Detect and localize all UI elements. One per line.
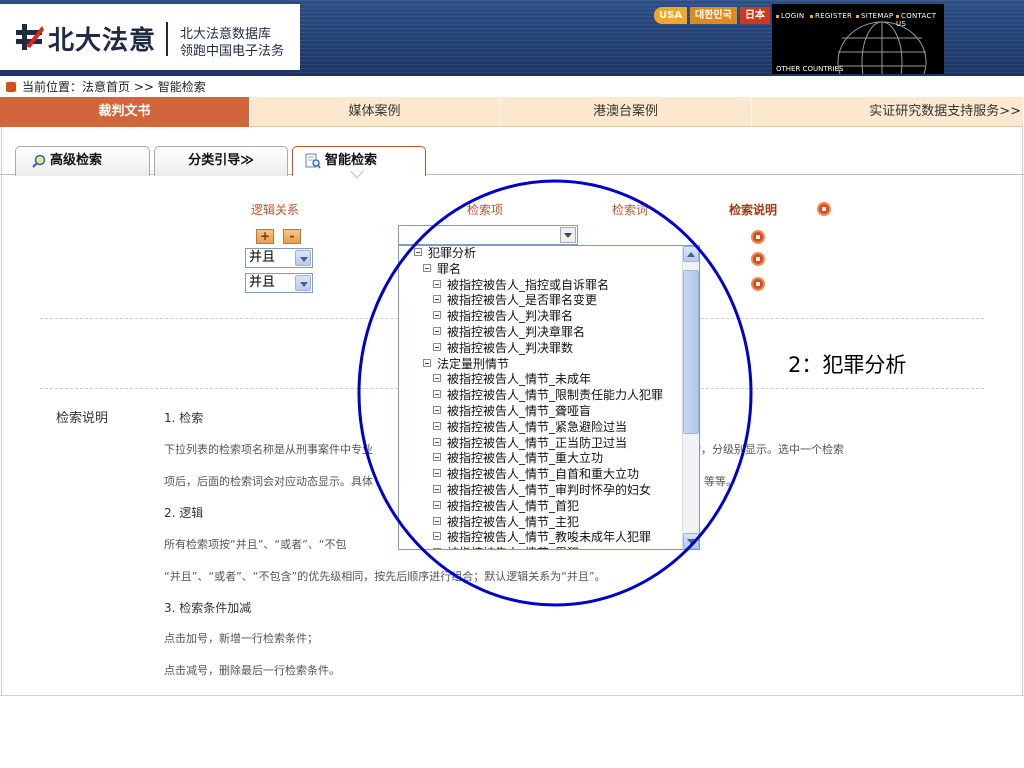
breadcrumb: 当前位置：法意首页 >> 智能检索 xyxy=(6,78,206,94)
content-bottom-border xyxy=(0,695,1024,696)
document-search-icon xyxy=(305,153,321,168)
active-tab-pointer xyxy=(350,170,364,178)
breadcrumb-text[interactable]: 当前位置：法意首页 >> 智能检索 xyxy=(22,80,206,94)
remove-row-button[interactable]: - xyxy=(283,229,301,244)
help-icon[interactable] xyxy=(817,202,831,216)
logic-select-row-2[interactable]: 并且 xyxy=(245,273,313,293)
logo-divider xyxy=(166,22,168,56)
sitemap-link[interactable]: SITEMAP xyxy=(856,12,893,20)
tab-media-cases[interactable]: 媒体案例 xyxy=(250,97,500,127)
register-link[interactable]: REGISTER xyxy=(810,12,852,20)
page-border-right xyxy=(1022,127,1023,695)
main-tab-bar: 裁判文书 媒体案例 港澳台案例 实证研究数据支持服务>> xyxy=(0,97,1024,127)
annotation-label: 2：犯罪分析 xyxy=(788,353,907,377)
logic-select-value: 并且 xyxy=(249,250,276,265)
explanation-text: 下拉列表的检索项名称是从刑事案件中专业 xyxy=(164,443,373,456)
explanation-text: 点击减号，删除最后一行检索条件。 xyxy=(164,664,340,677)
contact-link[interactable]: CONTACT US xyxy=(896,12,944,28)
other-countries-link[interactable]: OTHER COUNTRIES xyxy=(776,65,843,73)
tab-smart-search-label: 智能检索 xyxy=(325,153,378,168)
tab-category-guide-label: 分类引导≫ xyxy=(188,153,254,168)
location-icon xyxy=(6,81,16,92)
tab-empirical-research[interactable]: 实证研究数据支持服务>> xyxy=(752,97,1024,127)
logo-text: 北大法意 xyxy=(48,26,157,56)
tab-advanced-search-label: 高级检索 xyxy=(50,153,103,168)
lang-usa-link[interactable]: USA xyxy=(654,7,688,24)
logo-area[interactable]: 北大法意 北大法意数据库 领跑中国电子法务 xyxy=(0,4,300,70)
tab-category-guide[interactable]: 分类引导≫ xyxy=(154,146,288,176)
lang-korea-link[interactable]: 대한민국 xyxy=(690,7,737,24)
tab-judgments[interactable]: 裁判文书 xyxy=(0,97,250,127)
logic-column-header: 逻辑关系 xyxy=(251,203,300,217)
site-header: 北大法意 北大法意数据库 领跑中国电子法务 USA 대한민국 日本 LOGIN … xyxy=(0,0,1024,76)
explanation-heading-3: 3. 检索条件加减 xyxy=(164,601,252,615)
explanation-text: 点击加号，新增一行检索条件； xyxy=(164,632,318,645)
slogan-line-2: 领跑中国电子法务 xyxy=(180,44,285,59)
highlight-circle xyxy=(357,179,753,607)
explanation-heading-1: 1. 检索 xyxy=(164,411,204,425)
explanation-text: 项后，后面的检索词会对应动态显示。具体 xyxy=(164,475,373,488)
login-link[interactable]: LOGIN xyxy=(776,12,804,20)
logic-select-row-1[interactable]: 并且 xyxy=(245,248,313,268)
explanation-text: 所有检索项按“并且”、“或者”、“不包 xyxy=(164,538,347,551)
chevron-down-icon xyxy=(295,250,311,266)
chevron-down-icon xyxy=(295,275,311,291)
globe-panel: LOGIN REGISTER SITEMAP CONTACT US xyxy=(772,4,944,74)
page-border-left xyxy=(1,127,2,695)
tab-hk-macau-taiwan-cases[interactable]: 港澳台案例 xyxy=(500,97,752,127)
lang-japan-link[interactable]: 日本 xyxy=(740,7,770,24)
magnifier-icon xyxy=(32,154,46,168)
explanation-title: 检索说明 xyxy=(56,411,109,426)
sub-tab-bar: 高级检索 分类引导≫ 智能检索 xyxy=(0,127,1024,176)
add-row-button[interactable]: + xyxy=(256,229,274,244)
logo-icon xyxy=(16,24,44,50)
explanation-heading-2: 2. 逻辑 xyxy=(164,506,204,520)
logic-select-value: 并且 xyxy=(249,275,276,290)
tab-advanced-search[interactable]: 高级检索 xyxy=(15,146,150,176)
